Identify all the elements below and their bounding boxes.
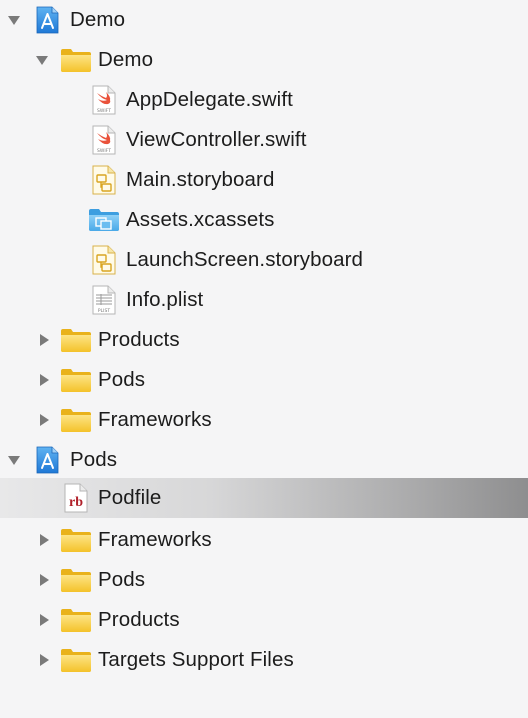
nav-item-frameworks-group[interactable]: Frameworks (0, 520, 528, 560)
nav-item-assets-xcassets[interactable]: Assets.xcassets (0, 200, 528, 240)
nav-item-label: ViewController.swift (126, 128, 307, 151)
disclosure-expanded-icon[interactable] (6, 12, 22, 28)
disclosure-collapsed-icon[interactable] (36, 372, 52, 388)
asset-catalog-icon (89, 209, 119, 231)
file-type-badge: SWIFT (97, 148, 111, 154)
nav-item-appdelegate-swift[interactable]: SWIFT AppDelegate.swift (0, 80, 528, 120)
folder-icon (61, 609, 91, 632)
storyboard-file-icon (92, 165, 116, 195)
disclosure-collapsed-icon[interactable] (36, 572, 52, 588)
nav-item-label: LaunchScreen.storyboard (126, 248, 364, 271)
nav-item-pods-project[interactable]: Pods (0, 440, 528, 480)
folder-icon (61, 49, 91, 72)
xcode-project-icon (36, 446, 59, 474)
nav-item-launchscreen-storyboard[interactable]: LaunchScreen.storyboard (0, 240, 528, 280)
disclosure-collapsed-icon[interactable] (36, 332, 52, 348)
nav-item-label: Assets.xcassets (126, 208, 275, 231)
nav-item-label: Frameworks (98, 528, 212, 551)
nav-item-label: Main.storyboard (126, 168, 275, 191)
nav-item-demo-project[interactable]: Demo (0, 0, 528, 40)
nav-item-demo-group[interactable]: Demo (0, 40, 528, 80)
nav-item-label: Pods (98, 368, 146, 391)
xcode-project-icon (36, 6, 59, 34)
nav-item-pods-group[interactable]: Pods (0, 560, 528, 600)
nav-item-label: Info.plist (126, 288, 204, 311)
storyboard-file-icon (92, 245, 116, 275)
nav-item-main-storyboard[interactable]: Main.storyboard (0, 160, 528, 200)
nav-item-label: Pods (70, 448, 118, 471)
folder-icon (61, 329, 91, 352)
disclosure-collapsed-icon[interactable] (36, 532, 52, 548)
folder-icon (61, 369, 91, 392)
nav-item-label: Pods (98, 568, 146, 591)
nav-item-products-group[interactable]: Products (0, 600, 528, 640)
nav-item-label: Products (98, 608, 180, 631)
disclosure-collapsed-icon[interactable] (36, 652, 52, 668)
folder-icon (61, 409, 91, 432)
disclosure-expanded-icon[interactable] (6, 452, 22, 468)
nav-item-label: Frameworks (98, 408, 212, 431)
file-type-badge: PLIST (98, 308, 110, 314)
nav-item-label: AppDelegate.swift (126, 88, 293, 111)
folder-icon (61, 529, 91, 552)
nav-item-label: Podfile (98, 486, 162, 509)
plist-file-icon: PLIST (92, 285, 116, 315)
nav-item-podfile[interactable]: rb Podfile (0, 478, 528, 518)
nav-item-frameworks-group[interactable]: Frameworks (0, 400, 528, 440)
nav-item-info-plist[interactable]: PLIST Info.plist (0, 280, 528, 320)
swift-badge-icon (92, 107, 116, 115)
folder-icon (61, 569, 91, 592)
nav-item-label: Demo (70, 8, 126, 31)
disclosure-collapsed-icon[interactable] (36, 612, 52, 628)
nav-item-label: Targets Support Files (98, 648, 294, 671)
nav-item-targets-support-files-group[interactable]: Targets Support Files (0, 640, 528, 680)
disclosure-collapsed-icon[interactable] (36, 412, 52, 428)
nav-item-label: Demo (98, 48, 154, 71)
nav-item-viewcontroller-swift[interactable]: SWIFT ViewController.swift (0, 120, 528, 160)
nav-item-products-group[interactable]: Products (0, 320, 528, 360)
nav-item-label: Products (98, 328, 180, 351)
project-navigator: Demo Demo SWIFT AppDelegate.swift SWIFT … (0, 0, 528, 718)
nav-item-pods-group[interactable]: Pods (0, 360, 528, 400)
swift-file-icon: SWIFT (92, 125, 116, 155)
disclosure-expanded-icon[interactable] (34, 52, 50, 68)
ruby-badge-text: rb (69, 495, 83, 510)
ruby-file-icon: rb (64, 483, 88, 513)
folder-icon (61, 649, 91, 672)
